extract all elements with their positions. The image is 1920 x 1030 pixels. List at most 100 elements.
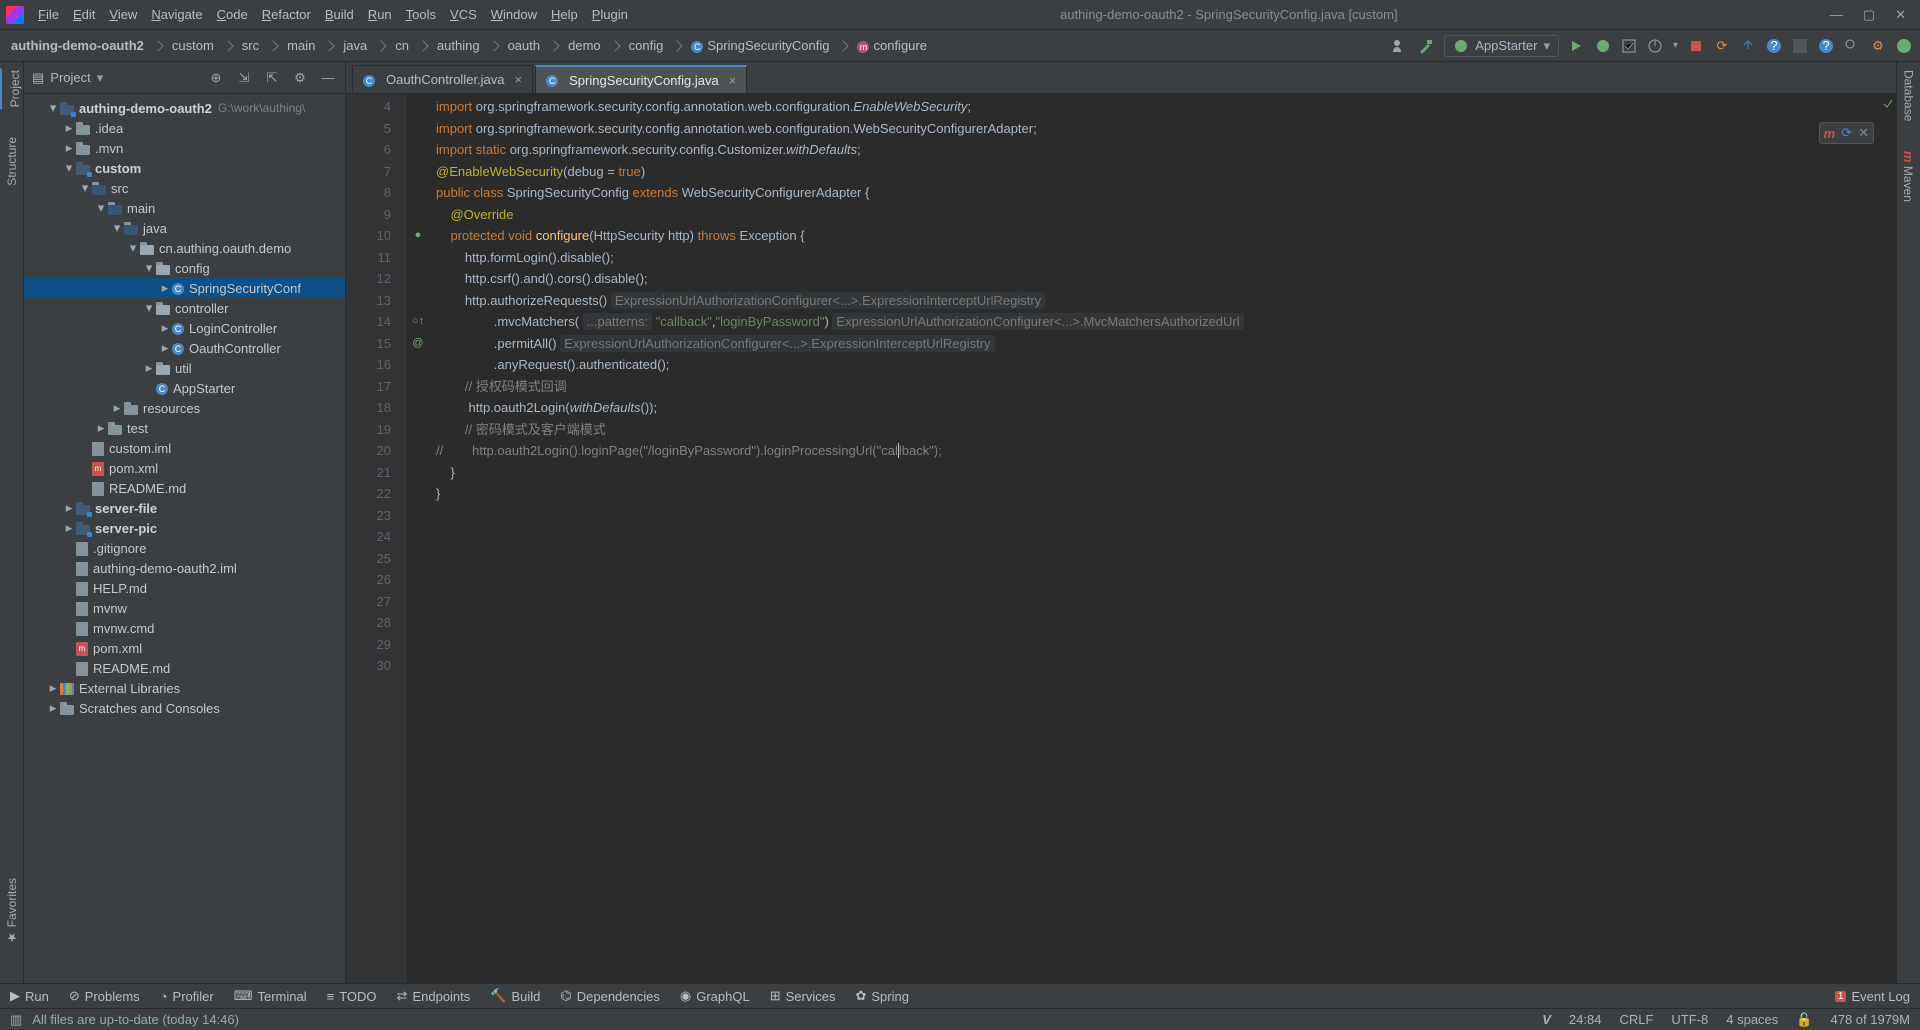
menu-window[interactable]: Window	[491, 7, 537, 22]
line-number[interactable]: 20	[346, 440, 391, 462]
tree-node[interactable]: ▾controller	[24, 298, 345, 318]
tree-node[interactable]: ▾java	[24, 218, 345, 238]
tree-twisty[interactable]: ▾	[110, 220, 124, 236]
gutter-icon[interactable]	[406, 182, 430, 204]
line-number[interactable]: 24	[346, 526, 391, 548]
memory-indicator[interactable]: 478 of 1979M	[1830, 1012, 1910, 1027]
tree-node[interactable]: AppStarter	[24, 378, 345, 398]
tree-node[interactable]: HELP.md	[24, 578, 345, 598]
crumb-5[interactable]: cn	[392, 37, 412, 54]
bottom-tool-run[interactable]: ▶Run	[10, 988, 49, 1004]
bottom-tool-profiler[interactable]: ◔Profiler	[160, 989, 214, 1004]
line-number[interactable]: 16	[346, 354, 391, 376]
tool-project-tab[interactable]: Project	[0, 68, 24, 109]
tree-node[interactable]: pom.xml	[24, 458, 345, 478]
tree-node[interactable]: ▸Scratches and Consoles	[24, 698, 345, 718]
gutter-icon[interactable]: ●	[406, 225, 430, 247]
menu-navigate[interactable]: Navigate	[151, 7, 202, 22]
gutter-icon[interactable]	[406, 548, 430, 570]
expand-icon[interactable]: ⇲	[235, 69, 253, 87]
line-number[interactable]: 5	[346, 118, 391, 140]
gutter-icon[interactable]	[406, 204, 430, 226]
gutter-icon[interactable]	[406, 139, 430, 161]
gutter-icon[interactable]	[406, 354, 430, 376]
code-line[interactable]: import org.springframework.security.conf…	[436, 96, 1896, 118]
menu-build[interactable]: Build	[325, 7, 354, 22]
editor-tab[interactable]: SpringSecurityConfig.java×	[535, 65, 747, 93]
gutter-icon[interactable]	[406, 440, 430, 462]
bottom-tool-services[interactable]: ⊞Services	[770, 988, 836, 1004]
line-number[interactable]: 19	[346, 419, 391, 441]
tree-node[interactable]: ▾config	[24, 258, 345, 278]
gutter-icon[interactable]	[406, 268, 430, 290]
tree-node[interactable]: ▸util	[24, 358, 345, 378]
line-number[interactable]: 23	[346, 505, 391, 527]
tree-node[interactable]: .gitignore	[24, 538, 345, 558]
tree-node[interactable]: ▸OauthController	[24, 338, 345, 358]
tree-twisty[interactable]: ▸	[158, 320, 172, 336]
menu-help[interactable]: Help	[551, 7, 578, 22]
minimize-icon[interactable]: —	[1830, 7, 1843, 23]
tree-node[interactable]: ▸LoginController	[24, 318, 345, 338]
crumb-2[interactable]: src	[239, 37, 262, 54]
bottom-tool-build[interactable]: 🔨Build	[490, 988, 540, 1004]
avatar-icon[interactable]	[1896, 38, 1912, 54]
maximize-icon[interactable]: ▢	[1863, 7, 1875, 23]
gutter-icon[interactable]	[406, 397, 430, 419]
users-icon[interactable]	[1392, 38, 1408, 54]
menu-refactor[interactable]: Refactor	[262, 7, 311, 22]
tree-node[interactable]: ▾src	[24, 178, 345, 198]
tree-twisty[interactable]: ▸	[46, 680, 60, 696]
crumb-4[interactable]: java	[340, 37, 370, 54]
close-icon[interactable]: ✕	[1895, 7, 1906, 23]
gutter-icon[interactable]	[406, 591, 430, 613]
ide-update-icon[interactable]	[1792, 38, 1808, 54]
gutter-icon[interactable]	[406, 462, 430, 484]
tool-database-tab[interactable]: Database	[1900, 68, 1918, 123]
menu-vcs[interactable]: VCS	[450, 7, 477, 22]
git-push-icon[interactable]	[1740, 38, 1756, 54]
code-line[interactable]: // http.oauth2Login().loginPage("/loginB…	[436, 440, 1896, 462]
tool-structure-tab[interactable]: Structure	[3, 135, 21, 188]
tree-twisty[interactable]: ▾	[126, 240, 140, 256]
file-encoding[interactable]: UTF-8	[1671, 1012, 1708, 1027]
profiler-icon[interactable]	[1647, 38, 1663, 54]
line-number[interactable]: 28	[346, 612, 391, 634]
tree-node[interactable]: custom.iml	[24, 438, 345, 458]
tree-twisty[interactable]: ▸	[158, 340, 172, 356]
code-line[interactable]: .permitAll() ExpressionUrlAuthorizationC…	[436, 333, 1896, 355]
line-number[interactable]: 27	[346, 591, 391, 613]
line-number[interactable]: 7	[346, 161, 391, 183]
tree-twisty[interactable]: ▾	[142, 300, 156, 316]
readonly-icon[interactable]: 🔓	[1796, 1012, 1812, 1028]
tree-twisty[interactable]: ▸	[94, 420, 108, 436]
tree-node[interactable]: README.md	[24, 658, 345, 678]
line-number[interactable]: 4	[346, 96, 391, 118]
crumb-0[interactable]: authing-demo-oauth2	[8, 37, 147, 54]
find-icon[interactable]	[1844, 38, 1860, 54]
close-tab-icon[interactable]: ×	[729, 73, 737, 88]
crumb-1[interactable]: custom	[169, 37, 217, 54]
project-tree[interactable]: ▾authing-demo-oauth2G:\work\authing\▸.id…	[24, 94, 345, 983]
code-line[interactable]: }	[436, 462, 1896, 484]
code-line[interactable]: http.formLogin().disable();	[436, 247, 1896, 269]
code-content[interactable]: import org.springframework.security.conf…	[406, 94, 1896, 983]
menu-view[interactable]: View	[109, 7, 137, 22]
code-line[interactable]: http.csrf().and().cors().disable();	[436, 268, 1896, 290]
line-number[interactable]: 9	[346, 204, 391, 226]
code-line[interactable]: // 授权码模式回调	[436, 376, 1896, 398]
gutter-icon[interactable]	[406, 161, 430, 183]
run-icon[interactable]	[1569, 38, 1585, 54]
code-line[interactable]: .mvcMatchers( ...patterns: "callback","l…	[436, 311, 1896, 333]
bottom-tool-dependencies[interactable]: ⌬Dependencies	[560, 988, 659, 1004]
line-number[interactable]: 6	[346, 139, 391, 161]
tree-node[interactable]: ▸SpringSecurityConf	[24, 278, 345, 298]
line-number[interactable]: 26	[346, 569, 391, 591]
line-number[interactable]: 8	[346, 182, 391, 204]
tree-node[interactable]: mvnw	[24, 598, 345, 618]
gutter-icon[interactable]	[406, 290, 430, 312]
close-tab-icon[interactable]: ×	[515, 72, 523, 87]
gutter-icon[interactable]	[406, 634, 430, 656]
code-line[interactable]: import org.springframework.security.conf…	[436, 118, 1896, 140]
code-editor[interactable]: 4567891011121314151617181920212223242526…	[346, 94, 1896, 983]
